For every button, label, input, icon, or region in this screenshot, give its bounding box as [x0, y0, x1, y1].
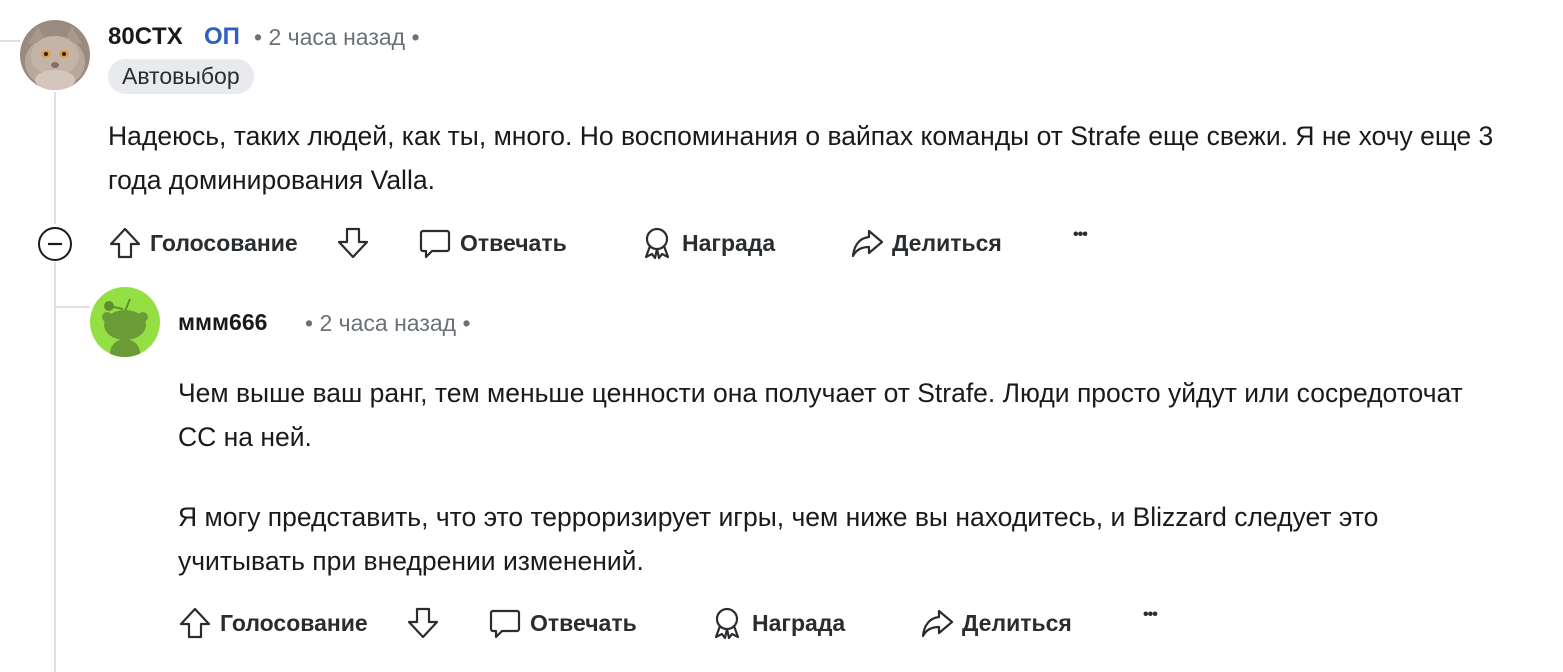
more-icon: •••	[1073, 226, 1088, 243]
upvote-button[interactable]: Голосование	[178, 606, 368, 640]
reply-icon	[418, 226, 452, 260]
share-label: Делиться	[962, 609, 1072, 636]
thread-line-main	[54, 92, 56, 224]
collapse-minus-icon	[38, 227, 72, 261]
upvote-button[interactable]: Голосование	[108, 226, 298, 260]
share-button[interactable]: Делиться	[920, 606, 1072, 640]
downvote-icon	[336, 226, 370, 260]
award-icon	[640, 226, 674, 260]
timestamp: • 2 часа назад •	[305, 310, 471, 336]
share-label: Делиться	[892, 229, 1002, 256]
upvote-icon	[108, 226, 142, 260]
reply-button[interactable]: Отвечать	[418, 226, 567, 260]
username[interactable]: 80CTX	[108, 23, 183, 51]
avatar[interactable]	[90, 287, 160, 357]
comment-paragraph: Я могу представить, что это терроризируе…	[178, 502, 1379, 576]
award-icon	[710, 606, 744, 640]
comment-body: Чем выше ваш ранг, тем меньше ценности о…	[178, 371, 1508, 583]
award-label: Награда	[752, 609, 846, 636]
share-icon	[850, 226, 884, 260]
downvote-button[interactable]	[406, 606, 440, 640]
vote-label: Голосование	[150, 229, 298, 256]
award-button[interactable]: Награда	[640, 226, 775, 260]
downvote-button[interactable]	[336, 226, 370, 260]
upvote-icon	[178, 606, 212, 640]
more-icon: •••	[1143, 606, 1158, 623]
award-button[interactable]: Награда	[710, 606, 845, 640]
comment-paragraph: Чем выше ваш ранг, тем меньше ценности о…	[178, 378, 1463, 452]
snoo-avatar-icon	[90, 287, 160, 357]
downvote-icon	[406, 606, 440, 640]
reply-button[interactable]: Отвечать	[488, 606, 637, 640]
avatar[interactable]	[20, 20, 90, 90]
username[interactable]: ммм666	[178, 309, 267, 336]
award-label: Награда	[682, 229, 776, 256]
reply-label: Отвечать	[460, 229, 567, 256]
thread-line-main-lower	[54, 262, 56, 672]
share-button[interactable]: Делиться	[850, 226, 1002, 260]
share-icon	[920, 606, 954, 640]
cat-avatar-icon	[20, 20, 90, 90]
user-flair: Автовыбор	[108, 59, 254, 94]
vote-label: Голосование	[220, 609, 368, 636]
reply-label: Отвечать	[530, 609, 637, 636]
thread-line-child-branch	[54, 306, 90, 308]
timestamp: • 2 часа назад •	[254, 24, 420, 50]
comment-body: Надеюсь, таких людей, как ты, много. Но …	[108, 114, 1548, 202]
more-options-button[interactable]: •••	[1073, 226, 1088, 244]
collapse-button[interactable]	[37, 226, 73, 262]
op-badge: ОП	[204, 23, 240, 50]
comment-paragraph: Надеюсь, таких людей, как ты, много. Но …	[108, 121, 1494, 195]
reply-icon	[488, 606, 522, 640]
thread-line-op-left	[0, 40, 20, 42]
more-options-button[interactable]: •••	[1143, 606, 1158, 624]
